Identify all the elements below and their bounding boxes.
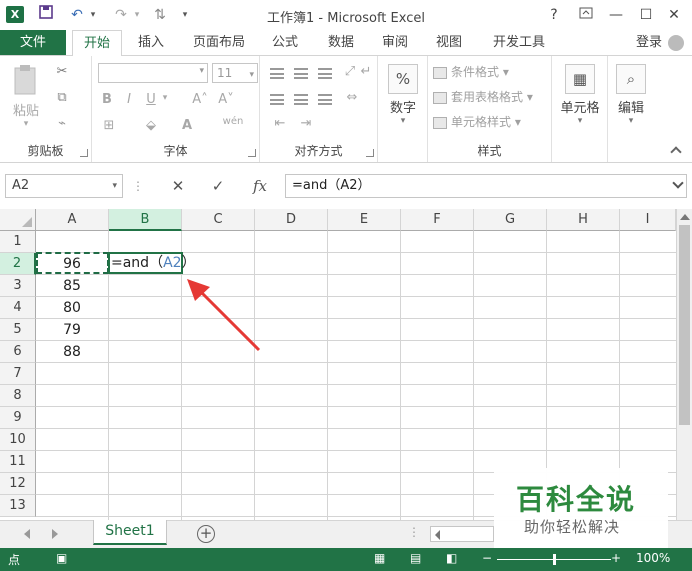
tab-home[interactable]: 开始 bbox=[72, 30, 122, 56]
arrow-shaft bbox=[196, 287, 261, 352]
excel-window: X ↶ ▾ ↷ ▾ ⇅ ▾ 工作簿1 - Microsoft Excel ? —… bbox=[0, 0, 692, 571]
red-arrow-annotation bbox=[187, 279, 261, 352]
